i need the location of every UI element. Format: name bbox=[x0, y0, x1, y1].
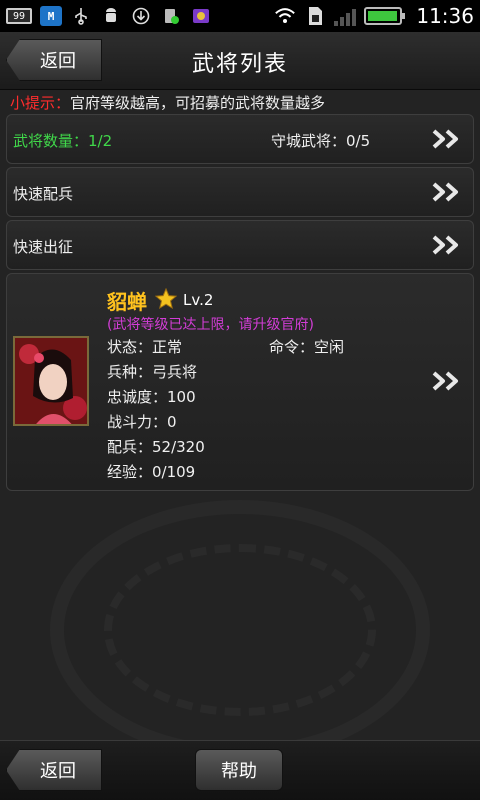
star-icon bbox=[155, 288, 177, 310]
quick-march-label: 快速出征 bbox=[13, 238, 74, 256]
garrison-count: 守城武将：0/5 bbox=[271, 132, 371, 150]
tip-line: 小提示：官府等级越高，可招募的武将数量越多 bbox=[10, 92, 325, 113]
help-button[interactable]: 帮助 bbox=[195, 749, 283, 791]
status-bar: 99 M 11:36 bbox=[0, 0, 480, 32]
general-combat-power: 战斗力：0 bbox=[107, 413, 177, 431]
general-experience: 经验：0/109 bbox=[107, 463, 196, 481]
double-chevron-right-icon[interactable] bbox=[431, 181, 463, 203]
sim-card-icon bbox=[304, 6, 326, 26]
double-chevron-right-icon[interactable] bbox=[431, 128, 463, 150]
tip-text: 官府等级越高，可招募的武将数量越多 bbox=[70, 94, 326, 112]
bottom-back-button[interactable]: 返回 bbox=[6, 749, 102, 791]
title-bar: 返回 武将列表 bbox=[0, 32, 480, 90]
game-app-icon bbox=[190, 6, 212, 26]
quick-assign-label: 快速配兵 bbox=[13, 185, 74, 203]
download-icon bbox=[130, 6, 152, 26]
m-app-icon: M bbox=[40, 6, 62, 26]
general-status: 状态：正常 bbox=[107, 338, 183, 356]
system-icons: 11:36 bbox=[274, 4, 474, 28]
level-limit-note: (武将等级已达上限，请升级官府) bbox=[107, 317, 314, 333]
general-troop-type: 兵种：弓兵将 bbox=[107, 363, 198, 381]
general-level: Lv.2 bbox=[183, 291, 214, 309]
tip-label: 小提示： bbox=[10, 94, 71, 112]
general-troops: 配兵：52/320 bbox=[107, 438, 205, 456]
signal-icon bbox=[334, 6, 357, 26]
general-card[interactable]: 貂蝉 Lv.2 (武将等级已达上限，请升级官府) 状态：正常 命令：空闲 兵种：… bbox=[6, 273, 474, 491]
quick-assign-row[interactable]: 快速配兵 bbox=[6, 167, 474, 217]
wifi-icon bbox=[274, 6, 296, 26]
sd-card-app-icon bbox=[160, 6, 182, 26]
quick-march-row[interactable]: 快速出征 bbox=[6, 220, 474, 270]
background-emblem bbox=[50, 500, 430, 760]
battery-level bbox=[368, 11, 397, 21]
summary-row[interactable]: 武将数量：1/2 守城武将：0/5 bbox=[6, 114, 474, 164]
bottom-bar: 返回 帮助 bbox=[0, 740, 480, 800]
general-command: 命令：空闲 bbox=[269, 338, 345, 356]
page-title: 武将列表 bbox=[191, 52, 288, 77]
double-chevron-right-icon[interactable] bbox=[431, 234, 463, 256]
android-debug-icon bbox=[100, 6, 122, 26]
battery-icon bbox=[364, 7, 406, 25]
general-portrait bbox=[13, 336, 89, 426]
clock: 11:36 bbox=[416, 4, 474, 28]
general-name: 貂蝉 bbox=[107, 290, 147, 314]
general-loyalty: 忠诚度：100 bbox=[107, 388, 196, 406]
usb-icon bbox=[70, 6, 92, 26]
notification-icons: 99 M bbox=[6, 6, 212, 26]
double-chevron-right-icon[interactable] bbox=[431, 370, 463, 392]
notification-count-icon: 99 bbox=[6, 8, 32, 24]
general-count: 武将数量：1/2 bbox=[13, 132, 113, 150]
